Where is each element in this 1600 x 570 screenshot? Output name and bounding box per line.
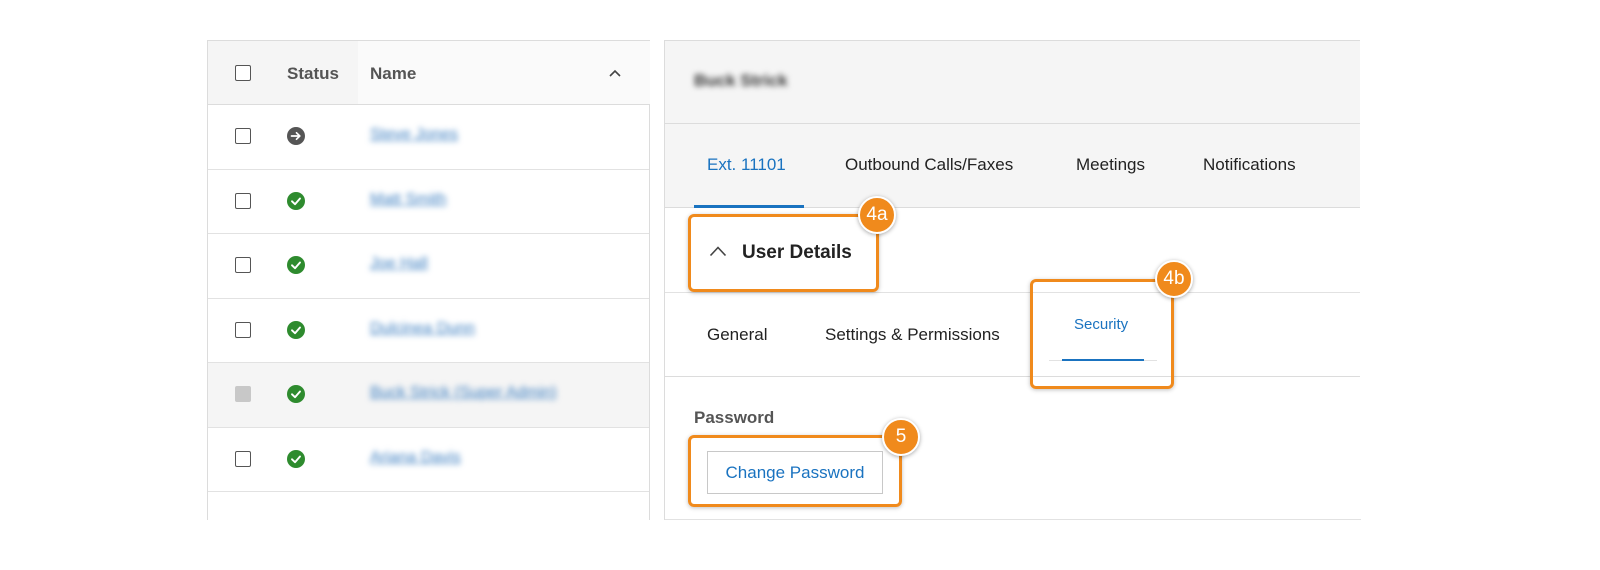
check-circle-icon [287,191,305,210]
arrow-right-circle-icon [287,127,305,145]
user-details-subtabs: General Settings & Permissions Security [665,293,1360,377]
table-row-current-user[interactable]: Buck Strick (Super Admin) [208,363,649,428]
user-list-header: Status Name [208,41,650,105]
tab-meetings[interactable]: Meetings [1076,155,1145,175]
callout-badge-4a: 4a [858,196,896,234]
name-column-header[interactable]: Name [370,64,416,84]
status-column-header[interactable]: Status [287,64,339,84]
row-checkbox[interactable] [235,450,251,467]
subtab-settings-permissions[interactable]: Settings & Permissions [825,325,1000,345]
row-checkbox[interactable] [235,128,251,144]
tab-notifications[interactable]: Notifications [1203,155,1296,175]
callout-badge-4b: 4b [1155,260,1193,298]
password-label: Password [694,408,775,427]
user-name-link[interactable]: Dulcinea Dunn [370,320,475,338]
user-name-link[interactable]: Joe Hall [370,255,428,273]
table-row[interactable]: Steve Jones [208,105,649,170]
user-name-link[interactable]: Steve Jones [370,126,458,144]
tab-outbound-calls-faxes[interactable]: Outbound Calls/Faxes [845,155,1013,175]
row-checkbox[interactable] [235,192,251,209]
table-row[interactable]: Dulcinea Dunn [208,299,649,363]
detail-tabs: Ext. 11101 Outbound Calls/Faxes Meetings… [665,124,1360,208]
user-list-panel: Status Name Steve Jones Matt Smith Joe H… [207,40,650,520]
table-row[interactable]: Ariana Davis [208,428,649,492]
row-checkbox[interactable] [235,321,251,338]
chevron-up-icon[interactable] [607,65,623,81]
content-divider [665,519,1361,520]
tab-extension[interactable]: Ext. 11101 [707,155,786,175]
select-all-checkbox[interactable] [235,65,251,81]
callout-badge-5: 5 [882,418,920,456]
callout-box-user-details [688,214,879,292]
check-circle-icon [287,385,305,403]
check-circle-icon [287,320,305,339]
detail-header: Buck Strick [665,41,1360,124]
table-row[interactable]: Matt Smith [208,170,649,234]
row-checkbox[interactable] [235,257,251,273]
user-name-link[interactable]: Ariana Davis [370,449,461,467]
check-circle-icon [287,449,305,468]
callout-box-change-password [688,435,902,507]
callout-box-security [1030,279,1174,389]
user-name-link[interactable]: Buck Strick (Super Admin) [370,384,557,402]
table-row[interactable]: Joe Hall [208,234,649,299]
row-checkbox-disabled [235,386,251,402]
check-circle-icon [287,256,305,274]
subtab-general[interactable]: General [707,325,767,345]
user-name-link[interactable]: Matt Smith [370,191,446,209]
detail-user-title: Buck Strick [694,71,788,90]
